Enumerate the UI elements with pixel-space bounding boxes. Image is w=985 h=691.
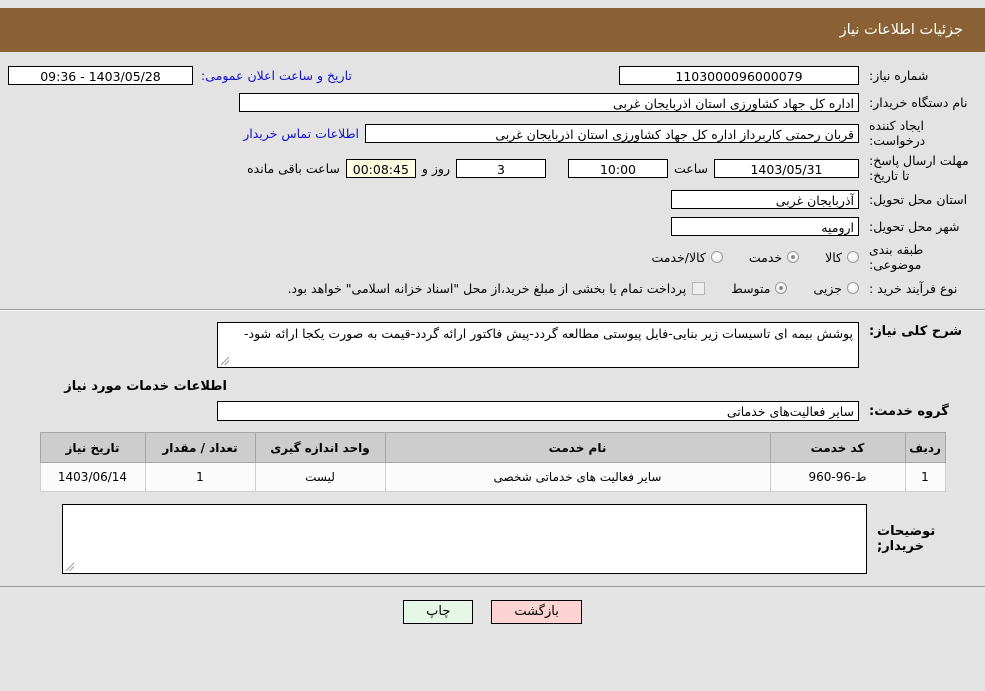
buyer-contact-link[interactable]: اطلاعات تماس خریدار <box>237 126 365 141</box>
services-table: ردیف کد خدمت نام خدمت واحد اندازه گیری ت… <box>39 432 946 492</box>
purchase-type-label: نوع فرآیند خرید : <box>869 280 958 296</box>
row-city: شهر محل تحویل: ارومیه <box>8 215 977 237</box>
row-buyer-notes: توضیحات خریدار; <box>8 504 977 574</box>
category-option-1-label: خدمت <box>748 249 783 265</box>
description-label: شرح کلی نیاز: <box>869 324 963 339</box>
radio-icon-motevasset[interactable] <box>775 282 788 294</box>
deadline-label: مهلت ارسال پاسخ: تا تاریخ: <box>869 153 969 183</box>
radio-icon-kala[interactable] <box>847 251 859 263</box>
print-button[interactable]: چاپ <box>403 600 474 624</box>
cell-index: 1 <box>904 462 946 492</box>
province-value: آذربایجان غربی <box>671 189 859 209</box>
deadline-days-label: روز و <box>421 160 450 176</box>
top-strip <box>0 0 985 8</box>
row-description: شرح کلی نیاز: پوشش بیمه ای تاسیسات زیر ب… <box>8 322 977 368</box>
service-group-label: گروه خدمت: <box>869 403 949 419</box>
buyer-org-value: اداره کل جهاد کشاورزی استان اذربایجان غر… <box>239 92 859 112</box>
col-code: کد خدمت <box>769 432 906 463</box>
category-label: طبقه بندی موضوعی: <box>869 242 924 272</box>
page-header: جزئیات اطلاعات نیاز <box>0 8 985 52</box>
city-value: ارومیه <box>671 216 859 236</box>
col-index: ردیف <box>904 432 946 463</box>
category-radio-kala[interactable]: کالا <box>825 250 859 265</box>
footer-actions: بازگشت چاپ <box>0 587 985 624</box>
row-service-group: گروه خدمت: سایر فعالیت‌های خدماتی <box>8 400 977 422</box>
cell-name: سایر فعالیت های خدماتی شخصی <box>384 462 771 492</box>
deadline-hour-label: ساعت <box>673 160 708 176</box>
purchase-option-0-label: جزیی <box>813 280 842 296</box>
category-option-2-label: کالا/خدمت <box>651 249 706 265</box>
requester-value: قربان رحمتی کاربرداز اداره کل جهاد کشاور… <box>365 123 859 143</box>
row-need-number: شماره نیاز: 1103000096000079 تاریخ و ساع… <box>8 64 977 86</box>
page-root: AriaTender.net AriaTend جزئیات اطلاعات ن… <box>0 0 985 691</box>
table-header-row: ردیف کد خدمت نام خدمت واحد اندازه گیری ت… <box>39 432 946 463</box>
main-panel: شماره نیاز: 1103000096000079 تاریخ و ساع… <box>0 52 985 624</box>
description-textarea[interactable]: پوشش بیمه ای تاسیسات زیر بنایی-فایل پیوس… <box>217 322 859 368</box>
category-radio-khedmat[interactable]: خدمت <box>748 249 800 265</box>
treasury-bond-checkbox-row[interactable]: پرداخت تمام یا بخشی از مبلغ خرید،از محل … <box>288 281 706 296</box>
services-section-title: اطلاعات خدمات مورد نیاز <box>64 379 227 394</box>
row-deadline: مهلت ارسال پاسخ: تا تاریخ: 1403/05/31 سا… <box>8 153 977 183</box>
requester-label: ایجاد کننده درخواست: <box>869 118 926 148</box>
category-radio-kala-khedmat[interactable]: کالا/خدمت <box>651 249 723 265</box>
col-date: تاریخ نیاز <box>39 432 146 463</box>
resize-handle-icon-notes[interactable] <box>65 562 75 572</box>
row-province: استان محل تحویل: آذربایجان غربی <box>8 188 977 210</box>
deadline-countdown-label: ساعت باقی مانده <box>247 160 340 176</box>
deadline-date: 1403/05/31 <box>714 158 859 178</box>
purchase-option-1-label: متوسط <box>731 280 771 296</box>
treasury-bond-label: پرداخت تمام یا بخشی از مبلغ خرید،از محل … <box>287 280 687 296</box>
cell-date: 1403/06/14 <box>39 462 146 492</box>
cell-code: ط-96-960 <box>769 462 906 492</box>
category-option-0-label: کالا <box>825 249 842 265</box>
need-number-value: 1103000096000079 <box>619 65 859 85</box>
deadline-days: 3 <box>455 158 546 178</box>
purchase-radio-jozyi[interactable]: جزیی <box>813 281 859 296</box>
col-qty: تعداد / مقدار <box>144 432 256 463</box>
province-label: استان محل تحویل: <box>869 191 968 207</box>
city-label: شهر محل تحویل: <box>869 218 960 234</box>
back-button[interactable]: بازگشت <box>491 600 582 624</box>
radio-icon-kala-khedmat[interactable] <box>710 251 723 263</box>
buyer-notes-label: توضیحات خریدار; <box>877 524 936 554</box>
radio-icon-khedmat[interactable] <box>787 251 800 263</box>
announce-datetime-label: تاریخ و ساعت اعلان عمومی: <box>201 67 352 83</box>
col-unit: واحد اندازه گیری <box>254 432 386 463</box>
announce-datetime-value: 1403/05/28 - 09:36 <box>8 65 193 85</box>
buyer-org-label: نام دستگاه خریدار: <box>869 94 968 110</box>
cell-unit: لیست <box>254 462 386 492</box>
resize-handle-icon[interactable] <box>220 356 230 366</box>
row-purchase-type: نوع فرآیند خرید : جزیی متوسط پرداخت تمام… <box>8 277 977 299</box>
row-category: طبقه بندی موضوعی: کالا خدمت کالا/خدمت <box>8 242 977 272</box>
need-number-label: شماره نیاز: <box>869 67 929 83</box>
row-requester: ایجاد کننده درخواست: قربان رحمتی کاربردا… <box>8 118 977 148</box>
services-section: شرح کلی نیاز: پوشش بیمه ای تاسیسات زیر ب… <box>0 310 985 587</box>
deadline-countdown: 00:08:45 <box>345 158 416 178</box>
description-text: پوشش بیمه ای تاسیسات زیر بنایی-فایل پیوس… <box>244 326 853 341</box>
col-name: نام خدمت <box>384 432 771 463</box>
row-buyer-org: نام دستگاه خریدار: اداره کل جهاد کشاورزی… <box>8 91 977 113</box>
radio-icon-jozyi[interactable] <box>847 282 859 294</box>
cell-qty: 1 <box>144 462 256 492</box>
table-row: 1 ط-96-960 سایر فعالیت های خدماتی شخصی ل… <box>39 462 946 492</box>
need-info-section: شماره نیاز: 1103000096000079 تاریخ و ساع… <box>0 52 985 310</box>
buyer-notes-textarea[interactable] <box>62 504 867 574</box>
service-group-value: سایر فعالیت‌های خدماتی <box>217 401 859 421</box>
purchase-radio-motevasset[interactable]: متوسط <box>731 280 788 296</box>
checkbox-icon-treasury-bond[interactable] <box>692 281 706 295</box>
page-title: جزئیات اطلاعات نیاز <box>839 22 963 38</box>
deadline-hour: 10:00 <box>567 158 668 178</box>
